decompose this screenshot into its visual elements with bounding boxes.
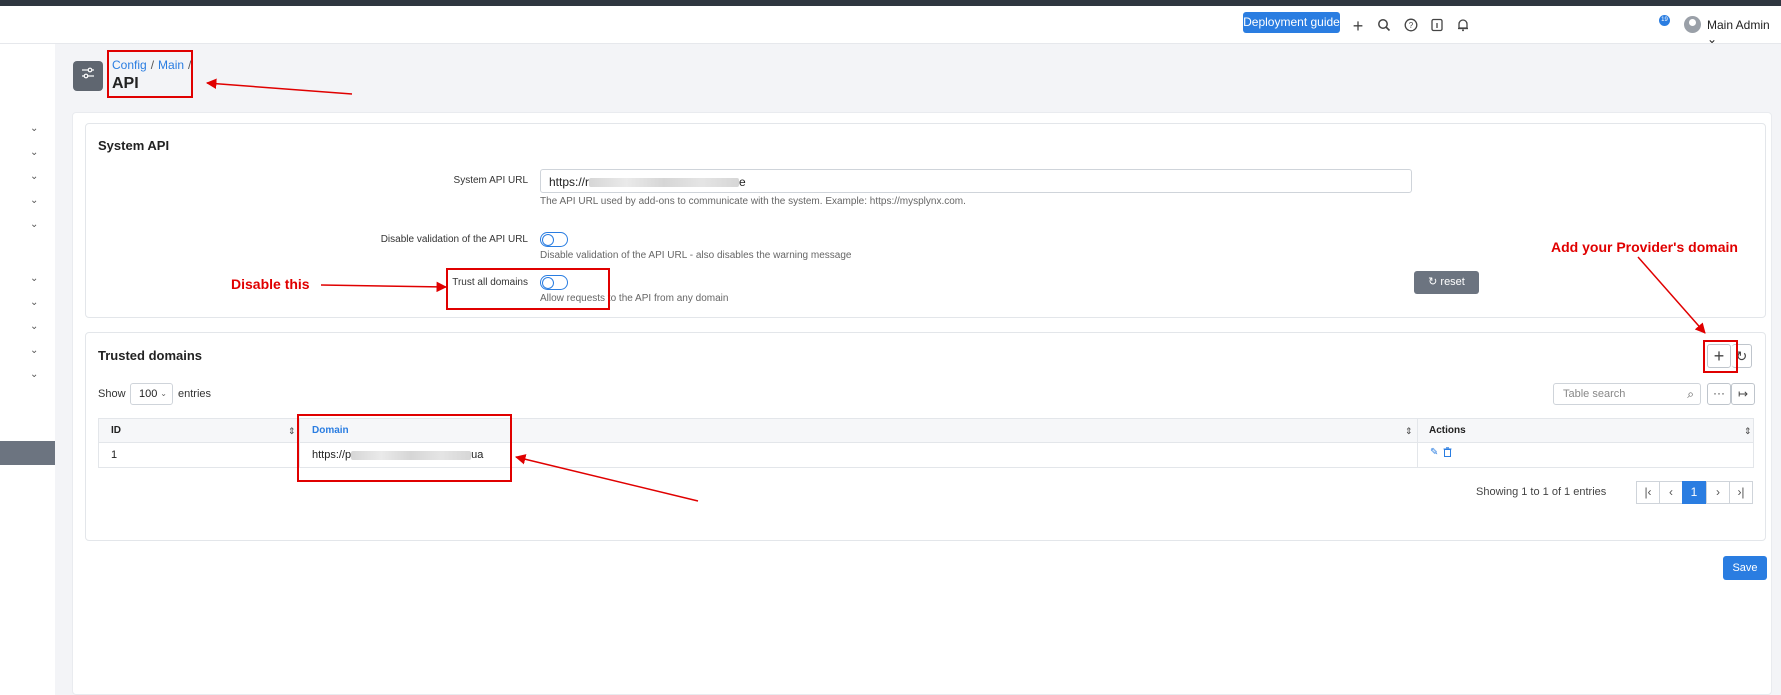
arrow-to-trust-all xyxy=(320,281,448,293)
annotation-arrows xyxy=(205,78,1706,502)
arrow-to-breadcrumb xyxy=(205,78,353,95)
arrow-to-domain xyxy=(514,454,699,502)
arrow-to-add-button xyxy=(1637,256,1706,334)
